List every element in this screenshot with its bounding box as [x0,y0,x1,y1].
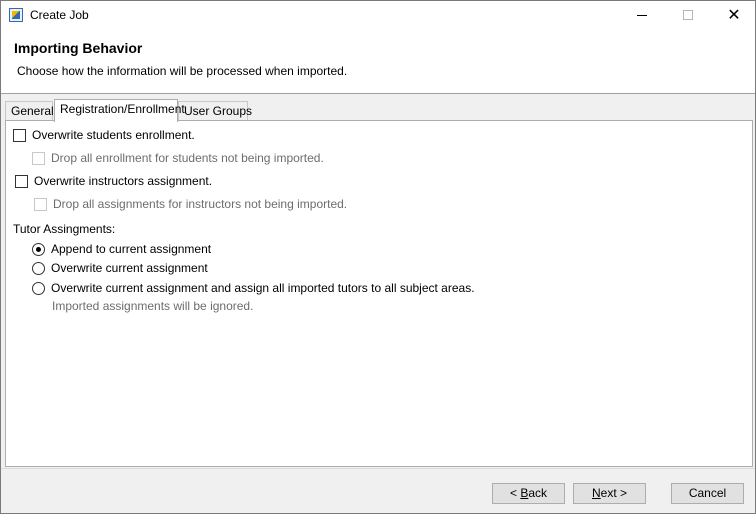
checkbox-label: Overwrite instructors assignment. [34,174,213,188]
tutor-assignments-label: Tutor Assingments: [13,222,116,236]
page-description: Choose how the information will be proce… [17,64,348,78]
next-rest: ext > [600,486,628,500]
maximize-button[interactable] [665,1,711,29]
title-bar[interactable]: Create Job ✕ [1,1,755,29]
tutor-append-radio[interactable]: Append to current assignment [32,242,211,256]
tutor-overwrite-all-radio[interactable]: Overwrite current assignment and assign … [32,281,475,295]
radio-label: Append to current assignment [51,242,212,256]
wizard-header: Importing Behavior Choose how the inform… [1,29,755,94]
next-button[interactable]: Next > [573,483,646,504]
tab-panel-registration-enrollment: Overwrite students enrollment. Drop all … [5,120,753,467]
radio-label: Overwrite current assignment and assign … [51,281,475,295]
checkbox-label: Overwrite students enrollment. [32,128,195,142]
wizard-footer: < Back Next > Cancel [1,468,755,513]
drop-assignments-checkbox[interactable]: Drop all assignments for instructors not… [34,197,347,211]
next-mnemonic: N [591,486,601,500]
window-title: Create Job [30,8,89,22]
cancel-button[interactable]: Cancel [671,483,744,504]
tab-user-groups[interactable]: User Groups [178,101,252,121]
radio-button[interactable] [32,242,45,256]
radio-button[interactable] [32,281,45,295]
checkbox-label: Drop all enrollment for students not bei… [51,151,324,165]
minimize-icon [637,14,647,16]
overwrite-enrollment-checkbox[interactable]: Overwrite students enrollment. [13,128,195,142]
drop-enrollment-checkbox[interactable]: Drop all enrollment for students not bei… [32,151,324,165]
checkbox-box[interactable] [32,151,45,165]
radio-label: Overwrite current assignment [51,261,208,275]
close-button[interactable]: ✕ [711,1,756,29]
checkbox-box[interactable] [13,128,26,142]
back-prefix: < [509,486,521,500]
tab-registration-enrollment[interactable]: Registration/Enrollment [54,99,185,122]
checkbox-box[interactable] [34,197,47,211]
minimize-button[interactable] [619,1,665,29]
page-title: Importing Behavior [14,40,143,56]
tab-general[interactable]: General [5,101,54,121]
checkbox-box[interactable] [15,174,28,188]
close-icon: ✕ [727,5,741,24]
maximize-icon [683,10,693,20]
report-wizard-icon [9,8,23,22]
tutor-overwrite-radio[interactable]: Overwrite current assignment [32,261,208,275]
radio-button[interactable] [32,261,45,275]
back-rest: ack [528,486,548,500]
create-job-dialog: Create Job ✕ Importing Behavior Choose h… [0,0,756,514]
tutor-note: Imported assignments will be ignored. [52,299,254,313]
overwrite-instructors-checkbox[interactable]: Overwrite instructors assignment. [15,174,212,188]
checkbox-label: Drop all assignments for instructors not… [53,197,348,211]
back-button[interactable]: < Back [492,483,565,504]
